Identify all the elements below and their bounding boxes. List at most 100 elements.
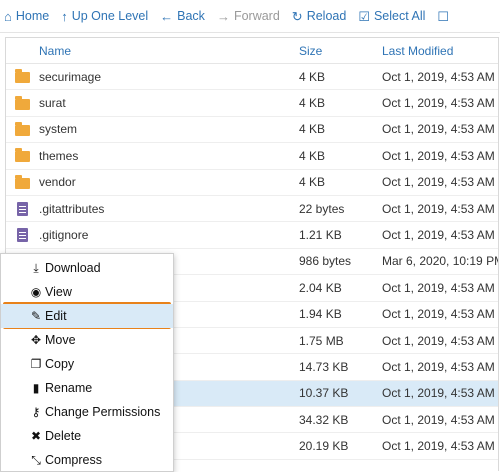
folder-icon (15, 148, 30, 163)
table-row[interactable]: surat 4 KB Oct 1, 2019, 4:53 AM (6, 90, 498, 117)
toolbar-label: Up One Level (71, 9, 149, 23)
file-last-modified: Oct 1, 2019, 4:53 AM (382, 122, 495, 137)
file-size: 986 bytes (299, 254, 352, 269)
header-name[interactable]: Name (39, 44, 299, 58)
file-manager-toolbar: ⌂ Home ↑ Up One Level ← Back → Forward ↻ Reload ☑ S… (0, 0, 500, 33)
toolbar-home-button[interactable]: ⌂ Home (0, 0, 55, 32)
file-name[interactable]: .gitignore (39, 228, 299, 242)
row-icon-cell (6, 201, 39, 216)
table-row[interactable]: .gitignore 1.21 KB Oct 1, 2019, 4:53 AM (6, 222, 498, 249)
menu-item-edit[interactable]: ✎ Edit (1, 304, 173, 328)
toolbar-back-button[interactable]: ← Back (154, 0, 211, 32)
menu-item-label: Delete (45, 429, 82, 443)
checkbox-icon: ☑ (358, 8, 370, 24)
file-size: 4 KB (299, 69, 326, 84)
menu-item-label: Rename (45, 381, 93, 395)
eye-icon: ◉ (30, 285, 42, 299)
table-header: Name Size Last Modified (6, 38, 498, 64)
file-last-modified: Oct 1, 2019, 4:53 AM (382, 333, 495, 348)
arrow-right-icon: → (216, 8, 230, 24)
toolbar-label: Back (177, 9, 205, 23)
file-last-modified: Mar 6, 2020, 10:19 PM (382, 254, 499, 269)
delete-icon: ✖ (30, 429, 42, 443)
file-last-modified: Oct 1, 2019, 4:53 AM (382, 69, 495, 84)
header-size[interactable]: Size (299, 44, 382, 58)
file-name[interactable]: vendor (39, 175, 299, 189)
file-icon (17, 201, 28, 216)
menu-item-copy[interactable]: ❐ Copy (1, 352, 173, 376)
home-icon: ⌂ (4, 8, 12, 24)
menu-item-compress[interactable]: ⤡ Compress (1, 448, 173, 472)
file-last-modified: Oct 1, 2019, 4:53 AM (382, 148, 495, 163)
file-size: 4 KB (299, 122, 326, 137)
file-name[interactable]: surat (39, 96, 299, 110)
copy-icon: ❐ (30, 357, 42, 371)
table-row[interactable]: system 4 KB Oct 1, 2019, 4:53 AM (6, 117, 498, 144)
file-size: 22 bytes (299, 201, 345, 216)
menu-item-download[interactable]: ⤓ Download (1, 256, 173, 280)
row-icon-cell (6, 228, 39, 243)
row-icon-cell (6, 174, 39, 189)
file-name[interactable]: themes (39, 149, 299, 163)
file-name[interactable]: system (39, 122, 299, 136)
file-icon: ▮ (32, 381, 40, 395)
folder-icon (15, 174, 30, 189)
toolbar-extra-button[interactable]: ☐ (431, 0, 459, 32)
menu-item-label: Move (45, 333, 76, 347)
file-size: 4 KB (299, 96, 326, 111)
toolbar-select-all-button[interactable]: ☑ Select All (352, 0, 431, 32)
file-last-modified: Oct 1, 2019, 4:53 AM (382, 228, 495, 243)
file-last-modified: Oct 1, 2019, 4:53 AM (382, 175, 495, 190)
header-last-modified[interactable]: Last Modified (382, 44, 498, 58)
menu-item-label: Download (45, 261, 101, 275)
toolbar-reload-button[interactable]: ↻ Reload (286, 0, 353, 32)
menu-item-view[interactable]: ◉ View (1, 280, 173, 304)
table-row[interactable]: themes 4 KB Oct 1, 2019, 4:53 AM (6, 143, 498, 170)
file-last-modified: Oct 1, 2019, 4:53 AM (382, 280, 495, 295)
menu-item-rename[interactable]: ▮ Rename (1, 376, 173, 400)
row-icon-cell (6, 69, 39, 84)
toolbar-forward-button[interactable]: → Forward (211, 0, 286, 32)
move-icon: ✥ (30, 333, 42, 347)
file-size: 14.73 KB (299, 359, 349, 374)
pencil-icon: ✎ (30, 309, 42, 323)
row-icon-cell (6, 121, 39, 136)
arrow-up-icon: ↑ (61, 8, 68, 24)
file-size: 4 KB (299, 175, 326, 190)
file-size: 10.37 KB (299, 386, 349, 401)
checkbox-empty-icon: ☐ (437, 8, 450, 24)
menu-item-label: View (45, 285, 72, 299)
folder-icon (15, 95, 30, 110)
row-icon-cell (6, 95, 39, 110)
table-row[interactable]: vendor 4 KB Oct 1, 2019, 4:53 AM (6, 170, 498, 196)
file-last-modified: Oct 1, 2019, 4:53 AM (382, 412, 495, 427)
file-last-modified: Oct 1, 2019, 4:53 AM (382, 307, 495, 322)
file-size: 34.32 KB (299, 412, 349, 427)
menu-item-move[interactable]: ✥ Move (1, 328, 173, 352)
toolbar-label: Home (15, 9, 50, 23)
toolbar-label: Forward (233, 9, 280, 23)
arrow-left-icon: ← (160, 8, 174, 24)
file-size: 1.94 KB (299, 307, 342, 322)
table-row[interactable]: securimage 4 KB Oct 1, 2019, 4:53 AM (6, 64, 498, 91)
file-last-modified: Oct 1, 2019, 4:53 AM (382, 439, 495, 454)
file-last-modified: Oct 1, 2019, 4:53 AM (382, 386, 495, 401)
file-size: 20.19 KB (299, 439, 349, 454)
menu-item-label: Change Permissions (45, 405, 161, 419)
toolbar-up-one-level-button[interactable]: ↑ Up One Level (55, 0, 154, 32)
menu-item-change-permissions[interactable]: ⚷ Change Permissions (1, 400, 173, 424)
table-row[interactable]: .gitattributes 22 bytes Oct 1, 2019, 4:53 … (6, 196, 498, 223)
toolbar-label: Reload (306, 9, 347, 23)
reload-icon: ↻ (291, 8, 303, 24)
menu-item-label: Edit (45, 309, 67, 323)
file-name[interactable]: .gitattributes (39, 202, 299, 216)
menu-item-label: Copy (45, 357, 75, 371)
file-icon (17, 228, 28, 243)
menu-item-delete[interactable]: ✖ Delete (1, 424, 173, 448)
file-last-modified: Oct 1, 2019, 4:53 AM (382, 359, 495, 374)
download-icon: ⤓ (33, 260, 39, 275)
key-icon: ⚷ (31, 405, 41, 419)
file-last-modified: Oct 1, 2019, 4:53 AM (382, 201, 495, 216)
file-name[interactable]: securimage (39, 70, 299, 84)
file-size: 4 KB (299, 148, 326, 163)
